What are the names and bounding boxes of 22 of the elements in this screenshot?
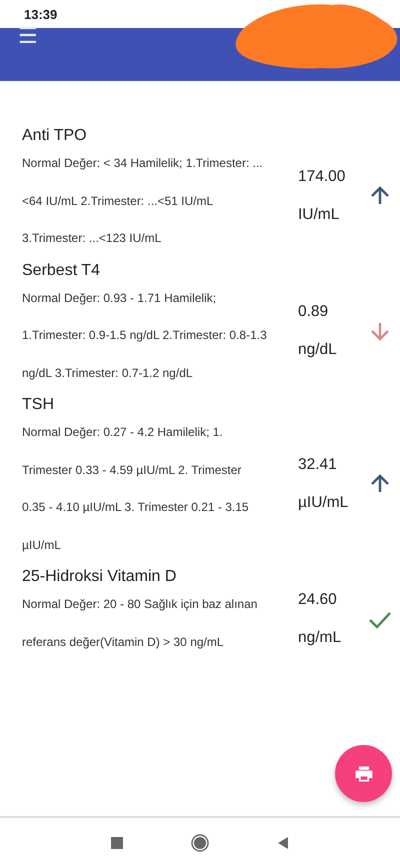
result-unit: µIU/mL [298, 493, 348, 513]
result-value: 24.60 [298, 590, 337, 610]
reference-range: Normal Değer: 0.93 - 1.71 Hamilelik; 1.Trimester: 0.9-1.5 ng/dL 2.Trimester: 0.8-1.3 ng/dL 3.Trimester: 0.7-1.2 ng/dL [22, 290, 268, 382]
reference-range: Normal Değer: 20 - 80 Sağlık için baz alınan referans değer(Vitamin D) > 30 ng/mL [22, 596, 258, 650]
recent-apps-icon[interactable] [108, 834, 126, 852]
result-value: 0.89 [298, 302, 328, 322]
reference-range: Normal Değer: < 34 Hamilelik; 1.Trimester: ... <64 IU/mL 2.Trimester: ...<51 IU/mL 3.Trimester: ...<123 IU/mL [22, 155, 264, 247]
test-name: TSH [22, 395, 54, 415]
result-unit: ng/mL [298, 628, 342, 648]
home-icon[interactable] [191, 834, 209, 852]
menu-button[interactable]: ☰ [14, 25, 42, 49]
result-unit: IU/mL [298, 205, 340, 226]
result-unit: ng/dL [298, 340, 337, 360]
test-name: 25-Hidroksi Vitamin D [22, 567, 176, 587]
result-value: 174.00 [298, 167, 346, 188]
print-button[interactable] [335, 745, 392, 802]
test-name: Serbest T4 [22, 260, 100, 280]
test-name: Anti TPO [22, 126, 87, 146]
result-value: 32.41 [298, 455, 337, 475]
printer-icon [354, 764, 374, 784]
status-time: 13:39 [24, 6, 58, 22]
reference-range: Normal Değer: 0.27 - 4.2 Hamilelik; 1. Trimester 0.33 - 4.59 µIU/mL 2. Trimester 0.35 - 4.10 µIU/mL 3. Trimester 0.21 - 3.15 µIU/mL [22, 424, 250, 554]
